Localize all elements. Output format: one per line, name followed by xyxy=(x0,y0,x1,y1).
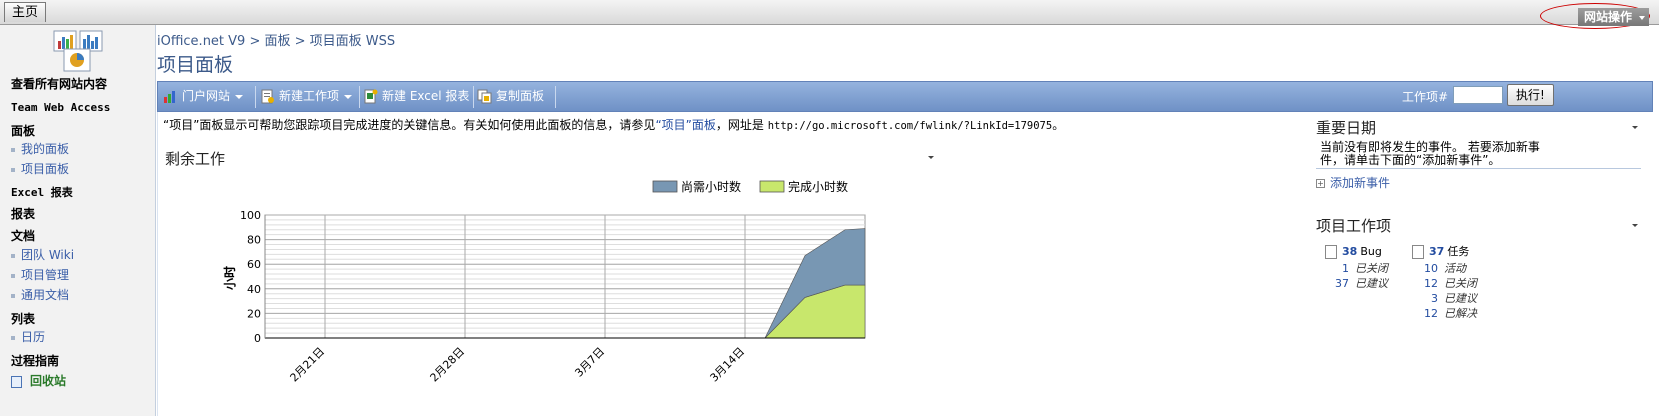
x-tick-label: 3月7日 xyxy=(572,345,607,380)
home-tab[interactable]: 主页 xyxy=(4,2,47,22)
lists-heading[interactable]: 列表 xyxy=(11,310,35,327)
excel-reports-heading[interactable]: Excel 报表 xyxy=(11,184,73,200)
webpart-menu-icon[interactable] xyxy=(928,156,934,159)
dashboard-toolbar: 门户网站 新建工作项 新建 Excel 报表 复制面板 工作项# 执行! xyxy=(157,81,1653,112)
chevron-down-icon xyxy=(1639,15,1646,20)
project-dashboard-help-link[interactable]: “项目”面板 xyxy=(655,118,715,132)
nav-item-team-wiki[interactable]: 团队 Wiki xyxy=(11,246,74,263)
project-work-items-title[interactable]: 项目工作项 xyxy=(1316,215,1391,236)
x-tick-label: 3月14日 xyxy=(708,345,748,385)
process-guidance-link[interactable]: 过程指南 xyxy=(11,352,59,369)
recycle-bin-link[interactable]: 回收站 xyxy=(11,372,66,389)
nav-item-my-dashboard[interactable]: 我的面板 xyxy=(11,140,69,157)
y-axis-label: 小时 xyxy=(222,266,237,290)
x-tick-label: 2月28日 xyxy=(428,345,468,385)
intro-text: “项目”面板显示可帮助您跟踪项目完成进度的关键信息。有关如何使用此面板的信息，请… xyxy=(163,118,1065,132)
webpart-menu-icon[interactable] xyxy=(1632,126,1638,129)
remaining-work-chart: 尚需小时数 完成小时数 0 20 40 60 80 100 2月21日 2月28日 3月7日 3月1… xyxy=(222,179,866,385)
nav-item-calendar[interactable]: 日历 xyxy=(11,328,45,345)
portal-site-button[interactable]: 门户网站 xyxy=(160,84,252,109)
bullet-icon xyxy=(11,167,15,172)
bullet-icon xyxy=(11,253,15,258)
portal-site-icon xyxy=(164,91,175,103)
site-actions-button[interactable]: 网站操作 xyxy=(1578,8,1650,26)
task-state-row[interactable]: 3 已建议 xyxy=(1412,291,1477,306)
new-work-item-icon xyxy=(261,89,274,104)
y-tick-label: 20 xyxy=(247,307,261,320)
y-tick-label: 100 xyxy=(240,209,261,222)
task-work-items: 37 任务 10 活动 12 已关闭 3 已建议 12 已解决 xyxy=(1412,243,1477,321)
add-new-event-link[interactable]: + 添加新事件 xyxy=(1316,174,1390,191)
legend-swatch xyxy=(652,180,678,193)
legend-label: 尚需小时数 xyxy=(681,179,741,194)
site-actions-highlight: 网站操作 xyxy=(1540,3,1650,29)
bug-state-row[interactable]: 37 已建议 xyxy=(1325,276,1388,291)
reports-heading[interactable]: 报表 xyxy=(11,205,35,222)
bug-icon xyxy=(1325,245,1337,259)
work-item-number-input[interactable] xyxy=(1453,86,1503,104)
remaining-work-title[interactable]: 剩余工作 xyxy=(165,148,225,169)
bug-state-row[interactable]: 1 已关闭 xyxy=(1325,261,1388,276)
legend-label: 完成小时数 xyxy=(788,179,848,194)
chart-legend: 尚需小时数 完成小时数 xyxy=(652,179,848,194)
nav-item-general-documents[interactable]: 通用文档 xyxy=(11,286,69,303)
nav-item-project-management[interactable]: 项目管理 xyxy=(11,266,69,283)
divider xyxy=(1316,168,1641,169)
y-tick-label: 40 xyxy=(247,283,261,296)
y-tick-label: 0 xyxy=(254,332,261,345)
work-item-number-label: 工作项# xyxy=(1402,90,1449,104)
important-dates-title[interactable]: 重要日期 xyxy=(1316,117,1376,138)
task-state-row[interactable]: 10 活动 xyxy=(1412,261,1477,276)
chevron-down-icon xyxy=(235,94,244,99)
new-excel-report-icon xyxy=(364,89,378,104)
task-icon xyxy=(1412,245,1424,259)
documents-heading[interactable]: 文档 xyxy=(11,227,35,244)
site-logo-icon xyxy=(53,30,103,72)
new-excel-report-button[interactable]: 新建 Excel 报表 xyxy=(360,84,470,109)
site-actions-label: 网站操作 xyxy=(1584,10,1633,24)
task-state-row[interactable]: 12 已关闭 xyxy=(1412,276,1477,291)
quick-launch: 查看所有网站内容 Team Web Access 面板 我的面板 项目面板 Ex… xyxy=(0,25,156,416)
team-web-access-link[interactable]: Team Web Access xyxy=(11,101,110,114)
help-url: http://go.microsoft.com/fwlink/?LinkId=1… xyxy=(767,120,1053,132)
nav-item-project-dashboard[interactable]: 项目面板 xyxy=(11,160,69,177)
plus-icon: + xyxy=(1316,179,1325,188)
copy-dashboard-icon xyxy=(477,89,492,104)
bullet-icon xyxy=(11,273,15,278)
toolbar-separator xyxy=(555,86,556,108)
copy-dashboard-button[interactable]: 复制面板 xyxy=(474,84,554,109)
y-tick-label: 60 xyxy=(247,258,261,271)
toolbar-separator xyxy=(255,86,256,108)
bullet-icon xyxy=(11,147,15,152)
task-count-link[interactable]: 37 任务 xyxy=(1412,243,1477,261)
bug-work-items: 38 Bug 1 已关闭 37 已建议 xyxy=(1325,243,1388,291)
top-navigation-bar: 主页 网站操作 xyxy=(0,0,1659,29)
chevron-down-icon xyxy=(344,94,353,99)
view-all-site-content-link[interactable]: 查看所有网站内容 xyxy=(11,75,107,92)
page-title: 项目面板 xyxy=(157,54,234,76)
y-tick-label: 80 xyxy=(247,234,261,247)
bullet-icon xyxy=(11,335,15,340)
recycle-bin-icon xyxy=(11,375,22,388)
bullet-icon xyxy=(11,293,15,298)
new-work-item-button[interactable]: 新建工作项 xyxy=(257,84,357,109)
legend-swatch xyxy=(759,180,785,193)
bug-count-link[interactable]: 38 Bug xyxy=(1325,243,1388,261)
dashboards-heading[interactable]: 面板 xyxy=(11,122,35,139)
webpart-menu-icon[interactable] xyxy=(1632,224,1638,227)
x-tick-label: 2月21日 xyxy=(288,345,328,385)
run-button[interactable]: 执行! xyxy=(1507,84,1554,106)
no-events-message: 当前没有即将发生的事件。 若要添加新事件，请单击下面的“添加新事件”。 xyxy=(1320,140,1540,167)
task-state-row[interactable]: 12 已解决 xyxy=(1412,306,1477,321)
breadcrumb[interactable]: iOffice.net V9 > 面板 > 项目面板 WSS xyxy=(157,30,395,49)
